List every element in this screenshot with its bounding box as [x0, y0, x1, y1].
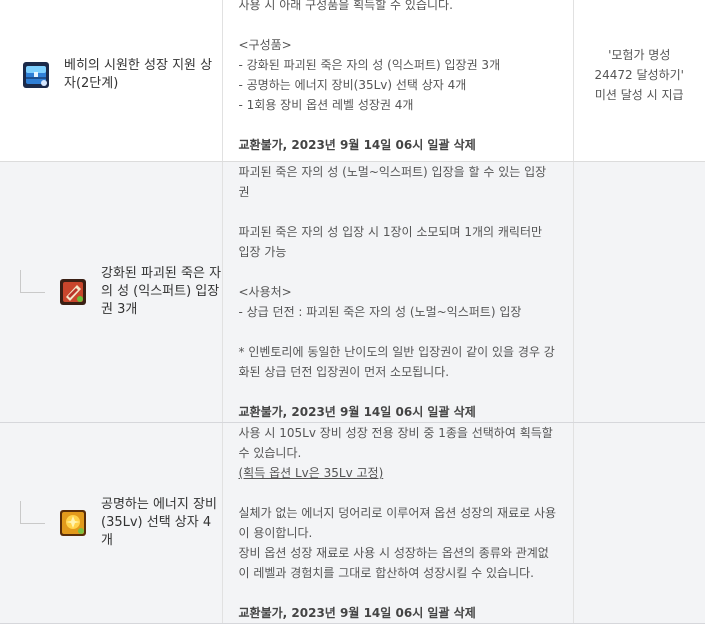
item-name: 베히의 시원한 성장 지원 상자(2단계) [64, 57, 213, 91]
option-level-note: (획득 옵션 Lv은 35Lv 고정) [238, 466, 384, 480]
component-line: - 1회용 장비 옵션 레벨 성장권 4개 [238, 97, 414, 112]
item-cell: 강화된 파괴된 죽은 자의 성 (익스퍼트) 입장권 3개 [0, 161, 223, 423]
item-description: 파괴된 죽은 자의 성 (노멀~익스퍼트) 입장을 할 수 있는 입장권 파괴된… [222, 161, 574, 423]
item-cell: 공명하는 에너지 장비(35Lv) 선택 상자 4개 [0, 422, 223, 624]
components-header: <구성품> [238, 37, 292, 52]
blue-chest-icon [22, 61, 50, 89]
tree-branch-line [20, 500, 45, 524]
acquire-condition: '모험가 명성 24472 달성하기' 미션 달성 시 지급 [573, 0, 705, 162]
component-line: - 강화된 파괴된 죽은 자의 성 (익스퍼트) 입장권 3개 [238, 57, 501, 72]
desc-line: 파괴된 죽은 자의 성 (노멀~익스퍼트) 입장을 할 수 있는 입장권 [238, 165, 547, 199]
table-row: 공명하는 에너지 장비(35Lv) 선택 상자 4개 사용 시 105Lv 장비… [0, 422, 705, 624]
desc-line: 파괴된 죽은 자의 성 입장 시 1장이 소모되며 1개의 캐릭터만 입장 가능 [238, 225, 543, 259]
item-description: 사용 시 105Lv 장비 성장 전용 장비 중 1종을 선택하여 획득할 수 … [222, 422, 574, 624]
reward-table: 베히의 시원한 성장 지원 상자(2단계) 사용 시 아래 구성품을 획득할 수… [0, 0, 705, 624]
condition-line: 미션 달성 시 지급 [594, 87, 684, 102]
item-name: 강화된 파괴된 죽은 자의 성 (익스퍼트) 입장권 3개 [101, 266, 222, 317]
gold-energy-box-icon [59, 509, 87, 537]
condition-line: 24472 달성하기' [594, 67, 684, 82]
usage-header: <사용처> [238, 285, 292, 299]
item-name: 공명하는 에너지 장비(35Lv) 선택 상자 4개 [101, 497, 217, 548]
note-line: * 인벤토리에 동일한 난이도의 일반 입장권이 같이 있을 경우 강화된 상급… [238, 345, 555, 379]
component-line: - 공명하는 에너지 장비(35Lv) 선택 상자 4개 [238, 77, 467, 92]
desc-line: 장비 옵션 성장 재료로 사용 시 성장하는 옵션의 종류와 관계없이 레벨과 … [238, 546, 549, 580]
desc-line: 사용 시 105Lv 장비 성장 전용 장비 중 1종을 선택하여 획득할 수 … [238, 426, 553, 460]
item-cell: 베히의 시원한 성장 지원 상자(2단계) [0, 0, 223, 162]
red-ticket-icon [59, 278, 87, 306]
tree-branch-line [20, 269, 45, 293]
condition-line: '모험가 명성 [608, 47, 671, 62]
desc-clipped-line: 사용 시 아래 구성품을 획득할 수 있습니다. [238, 0, 453, 12]
acquire-condition [573, 422, 705, 624]
desc-line: 실체가 없는 에너지 덩어리로 이루어져 옵션 성장의 재료로 사용이 용이합니… [238, 506, 557, 540]
deletion-notice: 교환불가, 2023년 9월 14일 06시 일괄 삭제 [238, 405, 476, 419]
deletion-notice: 교환불가, 2023년 9월 14일 06시 일괄 삭제 [238, 137, 476, 152]
table-row: 베히의 시원한 성장 지원 상자(2단계) 사용 시 아래 구성품을 획득할 수… [0, 0, 705, 162]
table-row: 강화된 파괴된 죽은 자의 성 (익스퍼트) 입장권 3개 파괴된 죽은 자의 … [0, 161, 705, 423]
item-description: 사용 시 아래 구성품을 획득할 수 있습니다. <구성품> - 강화된 파괴된… [222, 0, 574, 162]
acquire-condition [573, 161, 705, 423]
deletion-notice: 교환불가, 2023년 9월 14일 06시 일괄 삭제 [238, 606, 476, 620]
usage-line: - 상급 던전 : 파괴된 죽은 자의 성 (노멀~익스퍼트) 입장 [238, 305, 522, 319]
